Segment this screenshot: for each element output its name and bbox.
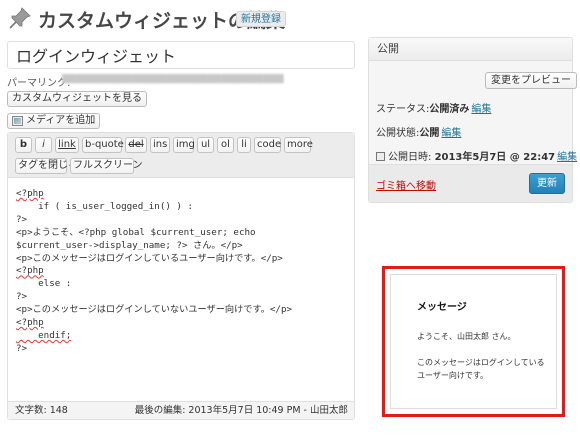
status-label: ステータス:	[376, 104, 430, 115]
publish-actions: ゴミ箱へ移動 更新	[369, 164, 572, 202]
add-new-button[interactable]: 新規登録	[236, 11, 286, 27]
pushpin-icon	[8, 6, 32, 30]
add-media-label: メディアを追加	[26, 115, 96, 126]
widget-message-line-2: ユーザー向けです。	[417, 371, 489, 380]
date-row: 公開日時: 2013年5月7日 @ 22:47 編集	[376, 148, 577, 163]
widget-preview: メッセージ ようこそ、山田太郎 さん。 このメッセージはログインしている ユーザ…	[390, 274, 557, 409]
edit-visibility-link[interactable]: 編集	[441, 128, 461, 139]
widget-title: メッセージ	[417, 302, 467, 313]
code-line: ?>	[16, 342, 28, 354]
code-line: <?php	[16, 265, 44, 277]
preview-changes-button[interactable]: 変更をプレビュー	[485, 72, 577, 89]
edit-date-link[interactable]: 編集	[557, 152, 577, 163]
code-line: <p>ようこそ、<?php global $current_user; echo	[16, 226, 256, 238]
code-line: ?>	[16, 291, 28, 303]
visibility-row: 公開状態:公開 編集	[376, 124, 461, 139]
fullscreen-button[interactable]: フルスクリーン	[70, 158, 143, 174]
word-count: 文字数: 148	[15, 405, 68, 416]
visibility-label: 公開状態:	[376, 128, 420, 139]
permalink-url-blurred[interactable]: ████████████████████████████████	[62, 74, 302, 85]
code-line: if ( is_user_logged_in() ) :	[16, 200, 194, 212]
qt-more-button[interactable]: more	[284, 137, 313, 153]
code-line: $current_user->display_name; ?> さん。</p>	[16, 239, 243, 251]
qt-del-button[interactable]: del	[125, 137, 147, 153]
update-button[interactable]: 更新	[529, 173, 565, 194]
code-line: <?php	[16, 317, 44, 329]
status-value: 公開済み	[429, 104, 470, 115]
media-icon	[12, 116, 23, 126]
code-line: ?>	[16, 213, 28, 225]
widget-greeting: ようこそ、山田太郎 さん。	[417, 332, 516, 341]
visibility-value: 公開	[419, 128, 440, 139]
post-title-input[interactable]	[7, 41, 355, 69]
quicktags-toolbar: b i link b-quote del ins img ul ol li co…	[8, 133, 354, 178]
publish-box: 公開 変更をプレビュー ステータス:公開済み 編集 公開状態:公開 編集 公開日時:…	[368, 37, 577, 203]
code-line: <p>このメッセージはログインしているユーザー向けです。</p>	[16, 252, 283, 264]
add-media-button[interactable]: メディアを追加	[7, 113, 101, 129]
status-row: ステータス:公開済み 編集	[376, 100, 491, 115]
qt-code-button[interactable]: code	[254, 137, 281, 153]
close-tags-button[interactable]: タグを閉じる	[15, 158, 78, 174]
qt-italic-button[interactable]: i	[35, 137, 52, 153]
date-value: 2013年5月7日 @ 22:47	[434, 152, 556, 163]
qt-ul-button[interactable]: ul	[197, 137, 214, 153]
qt-bold-button[interactable]: b	[15, 137, 32, 153]
permalink-label: パーマリンク:	[7, 78, 71, 89]
qt-img-button[interactable]: img	[173, 137, 195, 153]
qt-bquote-button[interactable]: b-quote	[82, 137, 124, 153]
widget-preview-callout: メッセージ ようこそ、山田太郎 さん。 このメッセージはログインしている ユーザ…	[382, 266, 565, 417]
qt-link-button[interactable]: link	[55, 137, 79, 153]
last-edited: 最後の編集: 2013年5月7日 10:49 PM - 山田太郎	[134, 405, 348, 416]
date-label: 公開日時:	[388, 152, 432, 163]
publish-heading: 公開	[369, 38, 572, 61]
text-editor: b i link b-quote del ins img ul ol li co…	[7, 132, 355, 420]
qt-ol-button[interactable]: ol	[217, 137, 234, 153]
view-post-button[interactable]: カスタムウィジェットを見る	[7, 91, 147, 107]
widget-message-line-1: このメッセージはログインしている	[417, 358, 545, 367]
editor-statusbar: 文字数: 148 最後の編集: 2013年5月7日 10:49 PM - 山田太…	[8, 401, 354, 419]
code-line: <p>このメッセージはログインしていないユーザー向けです。</p>	[16, 304, 293, 316]
qt-ins-button[interactable]: ins	[150, 137, 170, 153]
edit-status-link[interactable]: 編集	[471, 104, 491, 115]
qt-li-button[interactable]: li	[237, 137, 251, 153]
code-line: endif;	[16, 329, 72, 341]
code-line: else :	[16, 278, 72, 290]
editor-textarea[interactable]: <?php if ( is_user_logged_in() ) : ?> <p>よ…	[16, 188, 292, 356]
calendar-icon	[376, 152, 385, 161]
code-line: <?php	[16, 188, 44, 199]
move-to-trash-link[interactable]: ゴミ箱へ移動	[376, 177, 436, 192]
